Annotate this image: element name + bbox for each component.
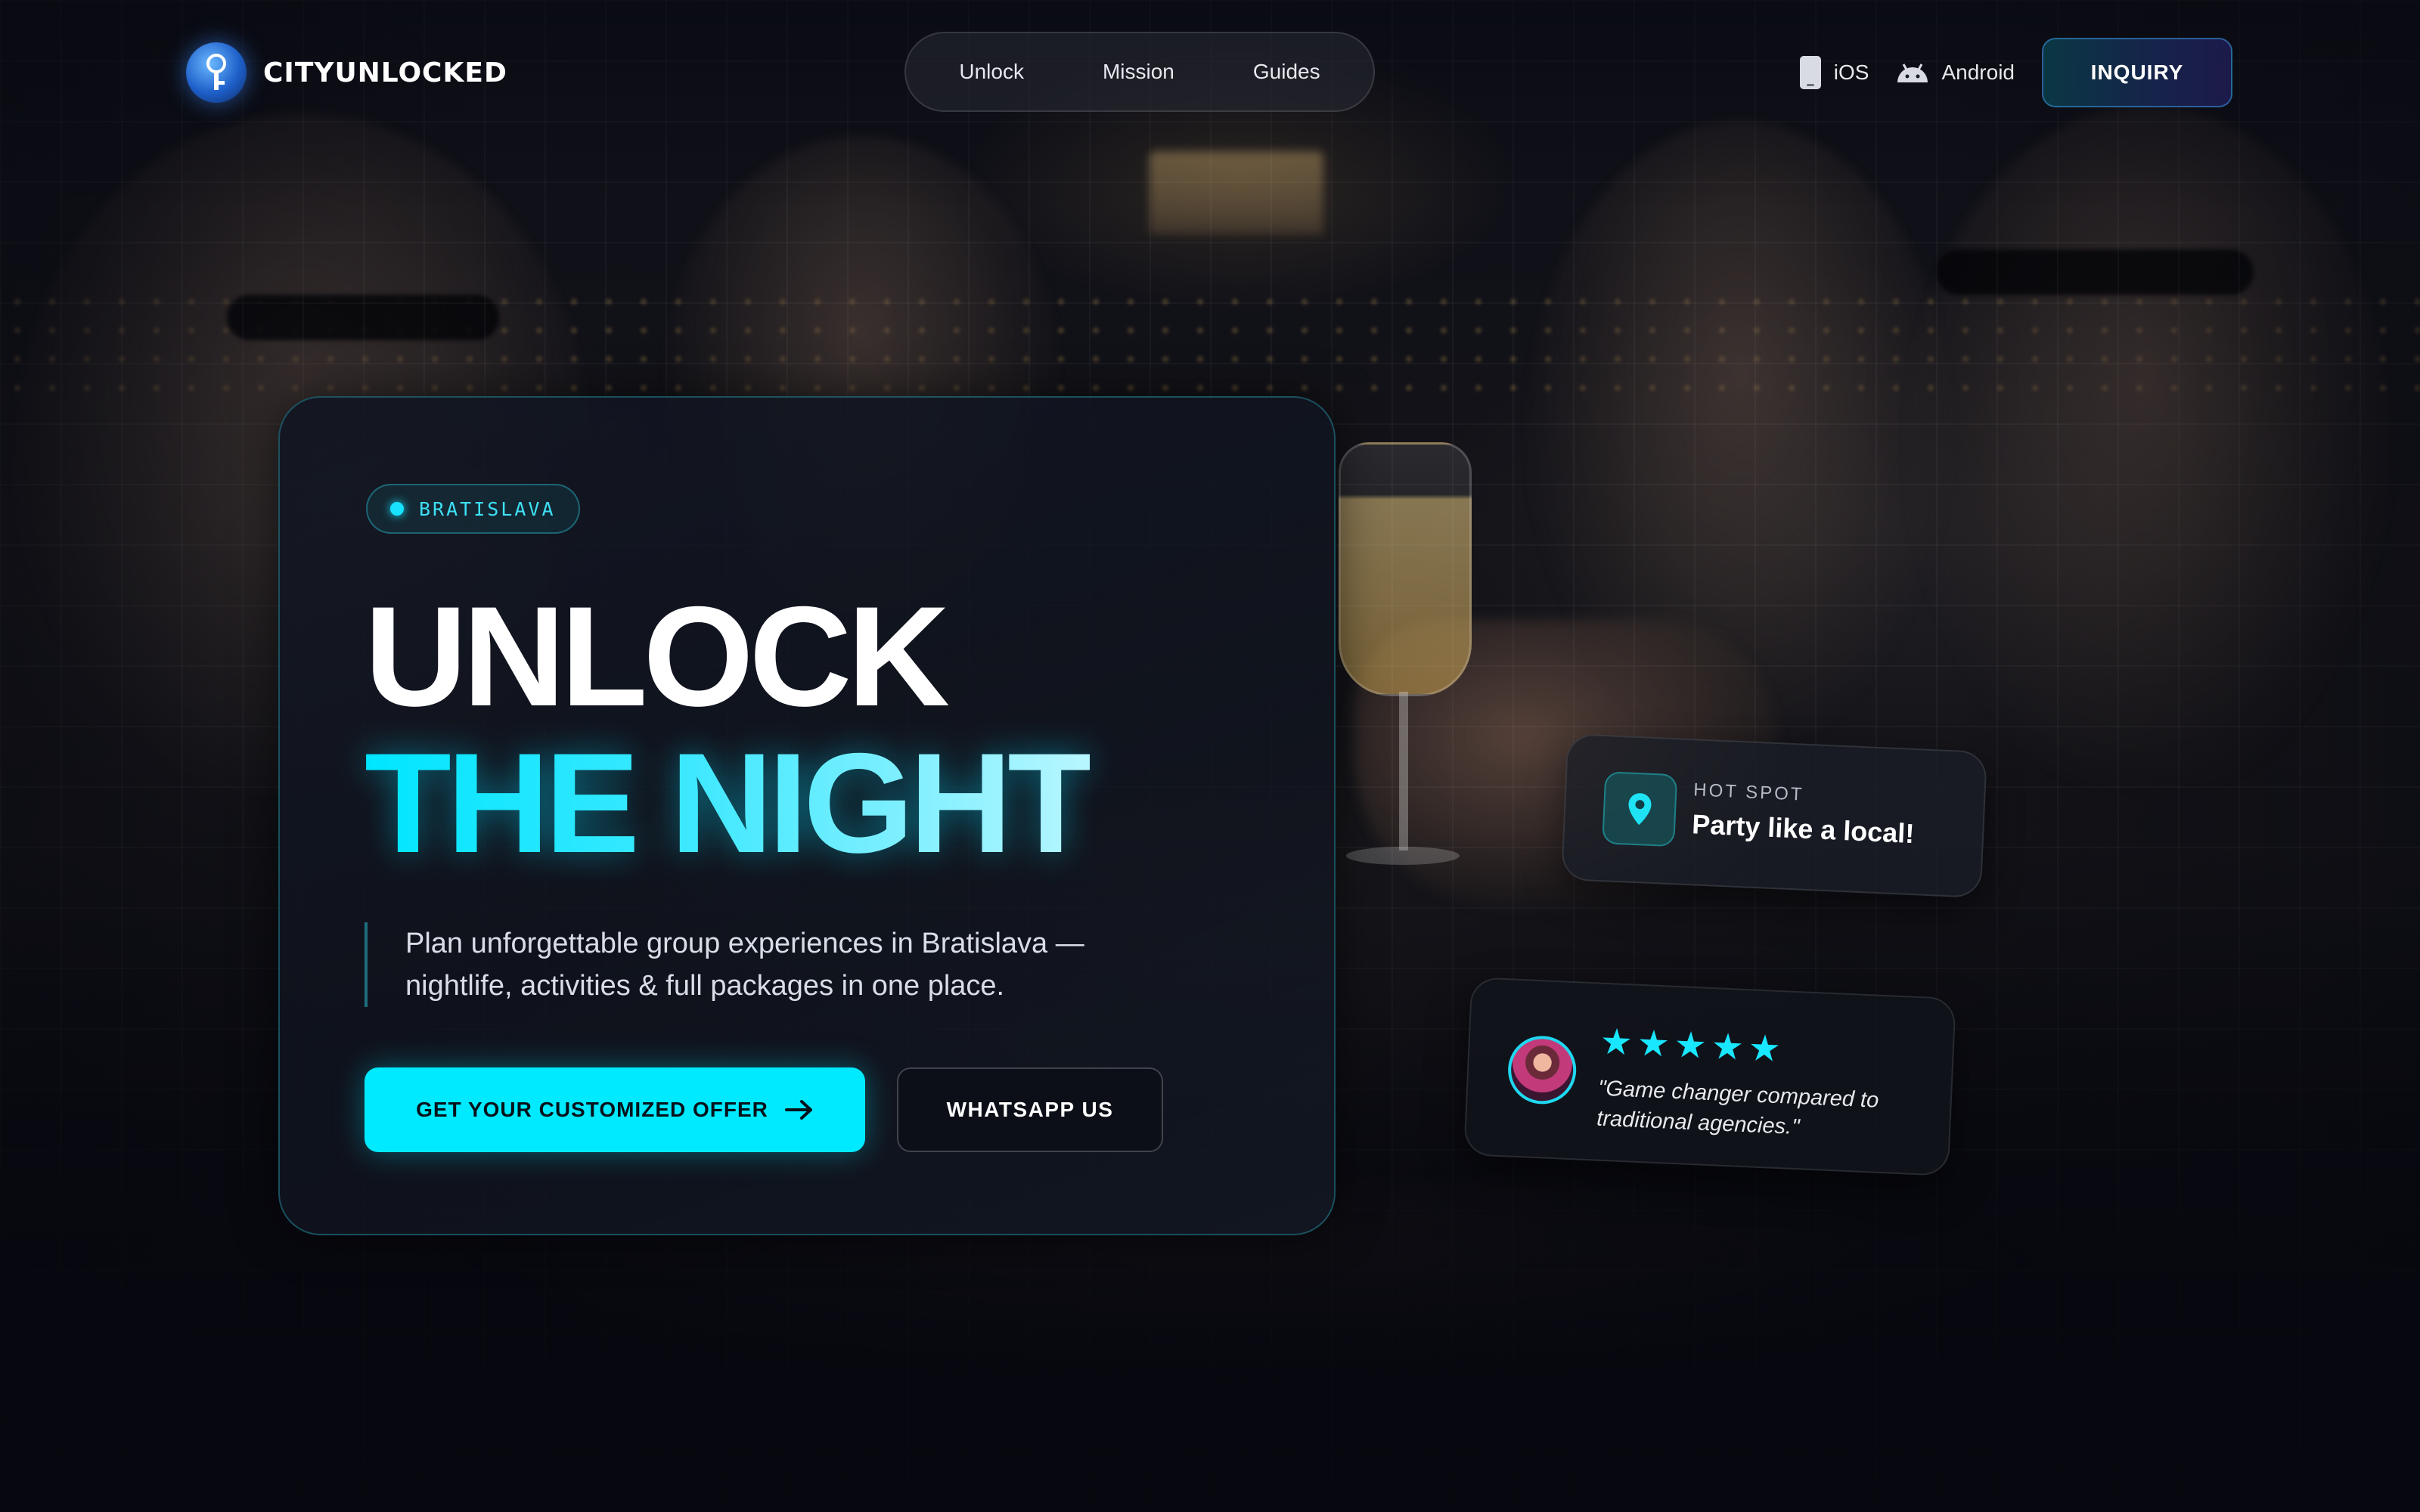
android-app-link[interactable]: Android — [1896, 60, 2015, 85]
nav-link-mission[interactable]: Mission — [1063, 60, 1214, 84]
android-label: Android — [1941, 60, 2015, 84]
ios-label: iOS — [1833, 60, 1869, 84]
map-pin-icon — [1602, 771, 1678, 847]
city-badge: BRATISLAVA — [366, 484, 580, 534]
reviewer-avatar — [1506, 1034, 1578, 1106]
arrow-right-icon — [784, 1100, 812, 1120]
hero-card: BRATISLAVA UNLOCK THE NIGHT Plan unforge… — [278, 396, 1336, 1235]
main-nav: Unlock Mission Guides — [904, 32, 1375, 112]
headline-line-2: THE NIGHT — [365, 723, 1094, 882]
star-icon: ★ — [1710, 1025, 1747, 1069]
nav-link-unlock[interactable]: Unlock — [920, 60, 1063, 84]
key-icon — [186, 42, 247, 103]
hotspot-kicker: HOT SPOT — [1692, 779, 1805, 805]
star-icon: ★ — [1747, 1027, 1784, 1071]
android-icon — [1897, 64, 1928, 82]
hotspot-card[interactable]: HOT SPOT Party like a local! — [1561, 733, 1987, 899]
city-badge-label: BRATISLAVA — [419, 497, 556, 520]
customized-offer-label: GET YOUR CUSTOMIZED OFFER — [416, 1098, 768, 1121]
headline-line-1: UNLOCK — [365, 577, 950, 736]
star-icon: ★ — [1673, 1023, 1710, 1067]
site-header: CITYUNLOCKED Unlock Mission Guides iOS A… — [0, 0, 2420, 144]
ios-app-link[interactable]: iOS — [1799, 55, 1869, 90]
hero-subtitle: Plan unforgettable group experiences in … — [365, 922, 1196, 1007]
star-icon: ★ — [1636, 1021, 1673, 1066]
phone-icon — [1799, 56, 1821, 89]
review-card: ★ ★ ★ ★ ★ "Game changer compared to trad… — [1463, 977, 1956, 1176]
star-rating: ★ ★ ★ ★ ★ — [1599, 1021, 1783, 1070]
brand-name: CITYUNLOCKED — [263, 57, 507, 88]
header-actions: iOS Android INQUIRY — [1799, 38, 2232, 107]
star-icon: ★ — [1599, 1020, 1636, 1064]
status-dot-icon — [390, 502, 404, 516]
inquiry-button[interactable]: INQUIRY — [2042, 38, 2232, 107]
whatsapp-button[interactable]: WHATSAPP US — [897, 1067, 1163, 1152]
landing-page: CITYUNLOCKED Unlock Mission Guides iOS A… — [0, 0, 2420, 1512]
hotspot-title: Party like a local! — [1691, 808, 1916, 850]
nav-link-guides[interactable]: Guides — [1214, 60, 1360, 84]
brand-logo[interactable]: CITYUNLOCKED — [186, 41, 507, 104]
customized-offer-button[interactable]: GET YOUR CUSTOMIZED OFFER — [365, 1067, 865, 1152]
review-quote: "Game changer compared to traditional ag… — [1596, 1076, 1879, 1140]
